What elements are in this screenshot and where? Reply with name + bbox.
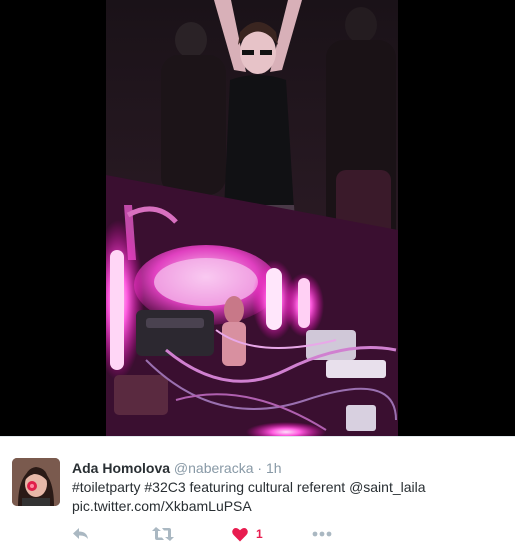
party-photo-illustration [106, 0, 398, 436]
heart-icon [232, 527, 248, 541]
more-icon [312, 531, 332, 537]
like-button[interactable]: 1 [232, 524, 263, 544]
mention-saint-laila[interactable]: @saint_laila [349, 479, 425, 495]
tweet-media[interactable] [0, 0, 515, 436]
header-separator: · [257, 460, 263, 476]
retweet-icon [152, 527, 174, 541]
tweet-timestamp[interactable]: 1h [266, 460, 282, 476]
author-name[interactable]: Ada Homolova [72, 460, 170, 476]
retweet-button[interactable] [152, 524, 174, 544]
tweet-header: Ada Homolova @naberacka · 1h [72, 459, 282, 477]
pic-link[interactable]: pic.twitter.com/XkbamLuPSA [72, 498, 252, 514]
more-button[interactable] [312, 524, 332, 544]
author-handle[interactable]: @naberacka [174, 460, 254, 476]
hashtag-32c3[interactable]: #32C3 [144, 479, 185, 495]
tweet-text: #toiletparty #32C3 featuring cultural re… [72, 478, 502, 516]
reply-button[interactable] [72, 524, 90, 544]
reply-icon [73, 528, 88, 539]
avatar-image [12, 458, 60, 506]
tweet-card[interactable]: Ada Homolova @naberacka · 1h #toiletpart… [0, 437, 515, 550]
tweet-text-middle: featuring cultural referent [185, 479, 350, 495]
tweet-photo[interactable] [106, 0, 398, 436]
tweet-actions: 1 [72, 524, 492, 544]
like-count: 1 [256, 527, 263, 541]
hashtag-toiletparty[interactable]: #toiletparty [72, 479, 140, 495]
avatar[interactable] [12, 458, 60, 506]
